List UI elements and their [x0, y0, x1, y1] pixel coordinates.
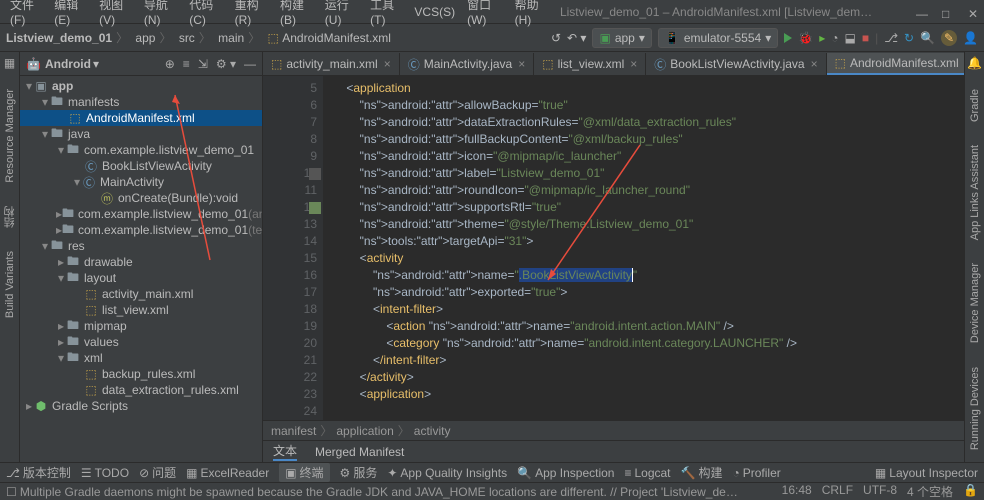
run-config-selector[interactable]: ▣app▾	[592, 28, 651, 48]
editor-breadcrumb[interactable]: manifest〉 application〉 activity	[263, 420, 964, 440]
avatar-icon[interactable]: 👤	[963, 31, 978, 45]
terminal-tool[interactable]: ▣ 终端	[279, 463, 329, 482]
select-opened-file-icon[interactable]: ⊕	[165, 57, 175, 71]
git-icon[interactable]: ⎇	[884, 31, 898, 45]
menu-run[interactable]: 运行(U)	[319, 0, 364, 29]
app-links-tab[interactable]: App Links Assistant	[969, 141, 981, 244]
tab-listview-xml[interactable]: ⬚list_view.xml×	[534, 53, 646, 75]
resource-manager-tab[interactable]: Resource Manager	[4, 85, 16, 187]
gutter-icon-image[interactable]	[307, 165, 323, 182]
menu-tools[interactable]: 工具(T)	[364, 0, 408, 29]
text-tab[interactable]: 文本	[273, 442, 297, 461]
menu-file[interactable]: 文件(F)	[4, 0, 48, 29]
notifications-icon[interactable]: 🔔	[967, 56, 982, 70]
menu-vcs[interactable]: VCS(S)	[408, 3, 461, 21]
editor-tabs: ⬚activity_main.xml× ⒸMainActivity.java× …	[263, 52, 964, 76]
quality-tool[interactable]: ✦ App Quality Insights	[387, 466, 507, 480]
profiler-tool[interactable]: ◔ Profiler	[732, 466, 780, 480]
status-bar: ☐ Multiple Gradle daemons might be spawn…	[0, 482, 984, 500]
structure-tab[interactable]: 结构	[2, 202, 18, 232]
services-tool[interactable]: ⚙ 服务	[340, 464, 378, 481]
update-icon[interactable]: ↻	[904, 31, 914, 45]
left-tool-strip: ▦ Resource Manager 结构 Build Variants	[0, 52, 20, 462]
menu-bar: 文件(F) 编辑(E) 视图(V) 导航(N) 代码(C) 重构(R) 构建(B…	[0, 0, 984, 24]
excel-tool[interactable]: ▦ ExcelReader	[186, 466, 269, 480]
problems-tool[interactable]: ⊘ 问题	[139, 464, 176, 481]
right-tool-strip: 🔔 Gradle App Links Assistant Device Mana…	[964, 52, 984, 462]
tab-activity-main[interactable]: ⬚activity_main.xml×	[263, 53, 400, 75]
project-view-label[interactable]: Android	[45, 57, 91, 71]
status-line-sep[interactable]: CRLF	[822, 483, 853, 500]
sync-icon[interactable]: ↺	[551, 31, 561, 45]
status-encoding[interactable]: UTF-8	[863, 483, 897, 500]
status-indent[interactable]: 4 个空格	[907, 483, 953, 500]
status-time: 16:48	[782, 483, 812, 500]
project-tool-button[interactable]: ▦	[4, 56, 15, 70]
profile-button[interactable]: ◔	[831, 31, 838, 45]
layout-inspector-tool[interactable]: ▦ Layout Inspector	[875, 466, 978, 480]
expand-all-icon[interactable]: ≡	[183, 57, 190, 71]
settings-icon[interactable]: ✎	[941, 30, 957, 46]
maximize-icon[interactable]: □	[936, 5, 950, 19]
run-button[interactable]	[784, 33, 792, 43]
vcs-tool[interactable]: ⎇ 版本控制	[6, 464, 71, 481]
debug-button[interactable]: 🐞	[798, 31, 813, 45]
back-icon[interactable]: ↶ ▾	[567, 31, 586, 45]
tab-booklistview[interactable]: ⒸBookListViewActivity.java×	[646, 53, 826, 75]
tool-window-bar: ⎇ 版本控制 ☰ TODO ⊘ 问题 ▦ ExcelReader ▣ 终端 ⚙ …	[0, 462, 984, 482]
minimize-icon[interactable]: —	[910, 5, 924, 19]
event-log-icon[interactable]: ☐	[6, 485, 17, 499]
gutter-icon-image[interactable]	[307, 199, 323, 216]
menu-help[interactable]: 帮助(H)	[509, 0, 554, 29]
menu-code[interactable]: 代码(C)	[183, 0, 228, 29]
coverage-button[interactable]: ▸	[819, 31, 825, 45]
attach-debugger-icon[interactable]: ⬓	[844, 31, 855, 45]
project-tree[interactable]: ▾▣app ▾🖿manifests ⬚AndroidManifest.xml ▾…	[20, 76, 262, 462]
menu-nav[interactable]: 导航(N)	[138, 0, 183, 29]
build-variants-tab[interactable]: Build Variants	[4, 247, 16, 322]
menu-view[interactable]: 视图(V)	[93, 0, 138, 29]
inspection-tool[interactable]: 🔍 App Inspection	[517, 466, 614, 480]
project-tool-window: 🤖 Android ▾ ⊕ ≡ ⇲ ⚙ ▾ — ▾▣app ▾🖿manifest…	[20, 52, 263, 462]
design-tabs: 文本 Merged Manifest	[263, 440, 964, 462]
logcat-tool[interactable]: ≡ Logcat	[624, 466, 670, 480]
collapse-all-icon[interactable]: ⇲	[198, 57, 208, 71]
tab-manifest[interactable]: ⬚AndroidManifest.xml×	[827, 53, 964, 75]
menu-refactor[interactable]: 重构(R)	[229, 0, 274, 29]
running-devices-tab[interactable]: Running Devices	[969, 363, 981, 454]
tab-mainactivity[interactable]: ⒸMainActivity.java×	[400, 53, 535, 75]
menu-build[interactable]: 构建(B)	[274, 0, 319, 29]
status-message: Multiple Gradle daemons might be spawned…	[20, 483, 740, 500]
hide-icon[interactable]: —	[244, 57, 256, 71]
settings-gear-icon[interactable]: ⚙ ▾	[216, 57, 236, 71]
close-icon[interactable]: ✕	[962, 5, 976, 19]
editor-area: ⬚activity_main.xml× ⒸMainActivity.java× …	[263, 52, 964, 462]
gradle-tab[interactable]: Gradle	[969, 85, 981, 126]
menu-window[interactable]: 窗口(W)	[461, 0, 509, 29]
search-icon[interactable]: 🔍	[920, 31, 935, 45]
stop-button[interactable]: ■	[862, 31, 869, 45]
window-title: Listview_demo_01 – AndroidManifest.xml […	[554, 3, 880, 21]
device-manager-tab[interactable]: Device Manager	[969, 259, 981, 347]
android-icon: 🤖	[26, 57, 41, 71]
readonly-icon[interactable]: 🔒	[963, 483, 978, 500]
todo-tool[interactable]: ☰ TODO	[81, 466, 129, 480]
merged-manifest-tab[interactable]: Merged Manifest	[315, 445, 404, 459]
menu-edit[interactable]: 编辑(E)	[48, 0, 93, 29]
breadcrumb[interactable]: Listview_demo_01〉 app〉 src〉 main〉 ⬚ Andr…	[6, 29, 391, 46]
device-selector[interactable]: 📱emulator-5554▾	[658, 28, 778, 48]
build-tool[interactable]: 🔨 构建	[681, 464, 723, 481]
code-editor[interactable]: <application "ns">android:"attr">allowBa…	[323, 76, 964, 420]
